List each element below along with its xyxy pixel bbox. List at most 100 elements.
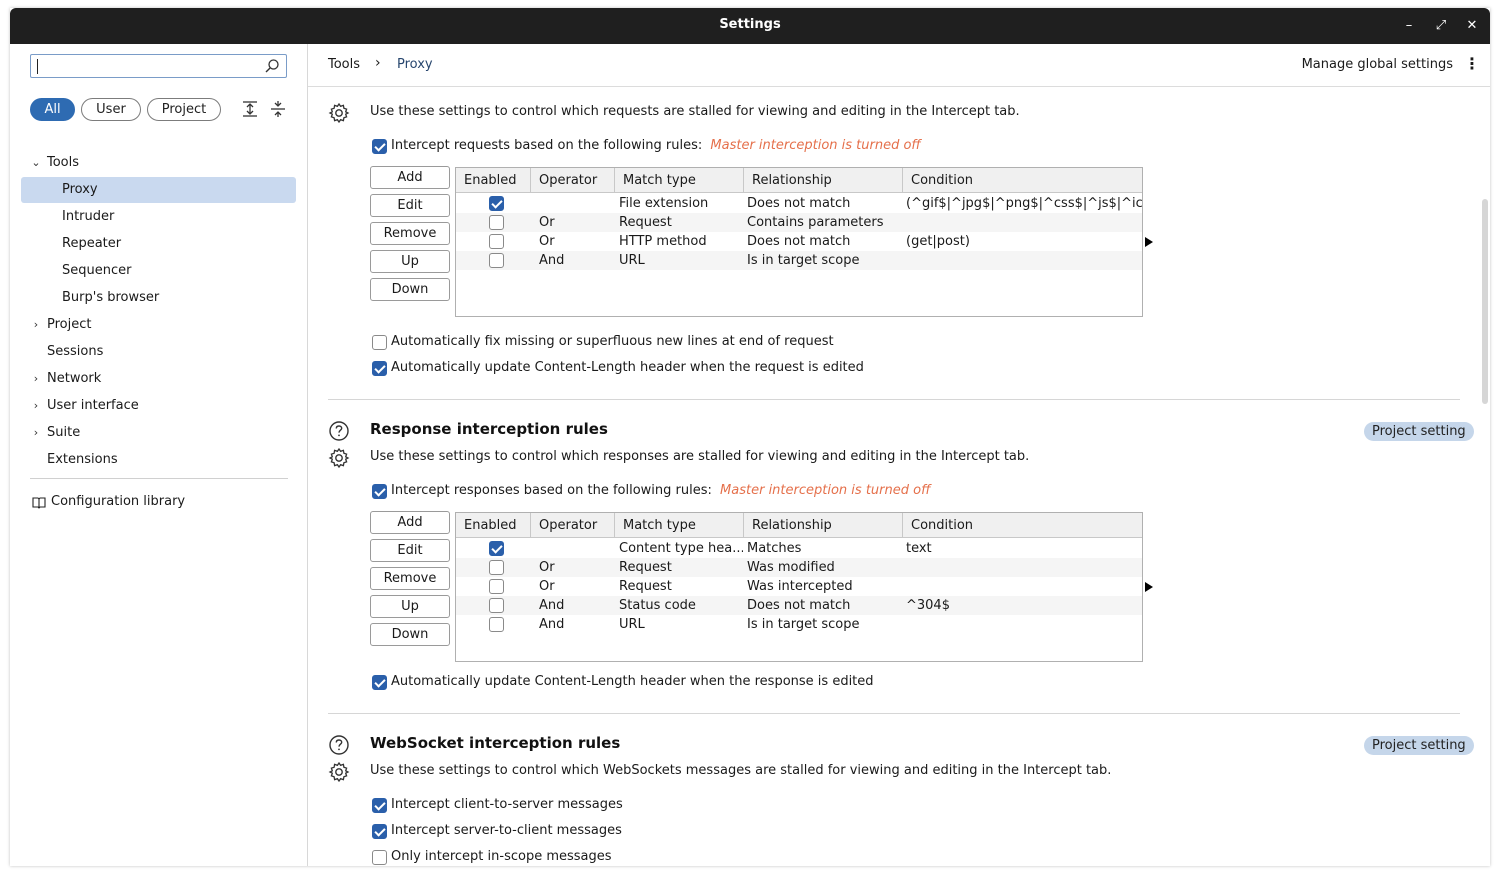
- add-request-rule-button[interactable]: Add: [370, 166, 450, 189]
- table-row[interactable]: Or HTTP method Does not match (get|post): [456, 232, 1142, 251]
- help-icon[interactable]: [328, 734, 350, 756]
- table-row[interactable]: Or Request Was intercepted: [456, 577, 1142, 596]
- rule-operator: Or: [539, 579, 555, 594]
- tree-item-sessions[interactable]: Sessions: [21, 339, 296, 365]
- client-to-server-checkbox[interactable]: [372, 798, 387, 813]
- rule-match-type: Status code: [619, 598, 696, 613]
- column-condition[interactable]: Condition: [903, 513, 1142, 538]
- master-interception-warning: Master interception is turned off: [720, 483, 931, 498]
- maximize-button[interactable]: ⤢: [1430, 15, 1452, 37]
- rule-condition: ^304$: [906, 598, 950, 613]
- breadcrumb-tools[interactable]: Tools: [328, 57, 360, 72]
- expand-arrow-icon[interactable]: [1145, 582, 1153, 592]
- section-divider: [328, 713, 1460, 714]
- chevron-right-icon: ›: [33, 426, 39, 439]
- search-input[interactable]: [30, 54, 287, 78]
- close-button[interactable]: ✕: [1461, 15, 1483, 37]
- down-response-rule-button[interactable]: Down: [370, 623, 450, 646]
- websocket-section-title: WebSocket interception rules: [370, 734, 621, 752]
- rule-enabled-checkbox[interactable]: [489, 560, 504, 575]
- column-operator[interactable]: Operator: [531, 168, 615, 193]
- rule-enabled-checkbox[interactable]: [489, 196, 504, 211]
- remove-response-rule-button[interactable]: Remove: [370, 567, 450, 590]
- table-row[interactable]: And URL Is in target scope: [456, 251, 1142, 270]
- table-row[interactable]: And URL Is in target scope: [456, 615, 1142, 634]
- collapse-all-icon[interactable]: [269, 100, 287, 118]
- rule-operator: And: [539, 598, 565, 613]
- response-rules-table[interactable]: Enabled Operator Match type Relationship…: [455, 512, 1143, 662]
- up-request-rule-button[interactable]: Up: [370, 250, 450, 273]
- remove-request-rule-button[interactable]: Remove: [370, 222, 450, 245]
- tree-item-proxy[interactable]: Proxy: [21, 177, 296, 203]
- up-response-rule-button[interactable]: Up: [370, 595, 450, 618]
- vertical-scrollbar[interactable]: [1482, 199, 1488, 404]
- rule-enabled-checkbox[interactable]: [489, 541, 504, 556]
- tree-item-burps-browser[interactable]: Burp's browser: [21, 285, 296, 311]
- tree-item-intruder[interactable]: Intruder: [21, 204, 296, 230]
- rule-condition: text: [906, 541, 932, 556]
- column-match-type[interactable]: Match type: [615, 168, 744, 193]
- rule-operator: Or: [539, 234, 555, 249]
- column-condition[interactable]: Condition: [903, 168, 1142, 193]
- filter-all[interactable]: All: [30, 98, 75, 121]
- help-icon[interactable]: [328, 420, 350, 442]
- fix-newlines-checkbox[interactable]: [372, 335, 387, 350]
- request-rules-table[interactable]: Enabled Operator Match type Relationship…: [455, 167, 1143, 317]
- in-scope-only-checkbox[interactable]: [372, 850, 387, 865]
- breadcrumb-proxy[interactable]: Proxy: [397, 57, 433, 72]
- table-row[interactable]: Content type hea... Matches text: [456, 539, 1142, 558]
- column-match-type[interactable]: Match type: [615, 513, 744, 538]
- update-length-request-checkbox[interactable]: [372, 361, 387, 376]
- tree-item-extensions[interactable]: Extensions: [21, 447, 296, 473]
- column-relationship[interactable]: Relationship: [744, 168, 903, 193]
- rule-enabled-checkbox[interactable]: [489, 617, 504, 632]
- add-response-rule-button[interactable]: Add: [370, 511, 450, 534]
- intercept-requests-checkbox[interactable]: [372, 139, 387, 154]
- tree-item-suite[interactable]: › Suite: [21, 420, 296, 446]
- table-row[interactable]: Or Request Was modified: [456, 558, 1142, 577]
- rule-enabled-checkbox[interactable]: [489, 579, 504, 594]
- gear-icon[interactable]: [328, 102, 350, 124]
- expand-all-icon[interactable]: [241, 100, 259, 118]
- tree-item-repeater[interactable]: Repeater: [21, 231, 296, 257]
- expand-arrow-icon[interactable]: [1145, 237, 1153, 247]
- column-relationship[interactable]: Relationship: [744, 513, 903, 538]
- update-length-response-checkbox[interactable]: [372, 675, 387, 690]
- rule-relationship: Was intercepted: [747, 579, 853, 594]
- column-enabled[interactable]: Enabled: [456, 168, 531, 193]
- gear-icon[interactable]: [328, 761, 350, 783]
- intercept-responses-checkbox[interactable]: [372, 484, 387, 499]
- table-row[interactable]: Or Request Contains parameters: [456, 213, 1142, 232]
- rule-match-type: HTTP method: [619, 234, 707, 249]
- column-enabled[interactable]: Enabled: [456, 513, 531, 538]
- manage-global-settings-button[interactable]: Manage global settings: [1302, 57, 1453, 72]
- tree-item-tools[interactable]: ⌄ Tools: [21, 150, 296, 176]
- rule-enabled-checkbox[interactable]: [489, 215, 504, 230]
- filter-project[interactable]: Project: [147, 98, 221, 121]
- tree-item-user-interface[interactable]: › User interface: [21, 393, 296, 419]
- rule-enabled-checkbox[interactable]: [489, 234, 504, 249]
- gear-icon[interactable]: [328, 447, 350, 469]
- down-request-rule-button[interactable]: Down: [370, 278, 450, 301]
- more-options-icon[interactable]: ⋮: [1464, 55, 1480, 73]
- tree-item-label: Proxy: [62, 182, 98, 197]
- rule-enabled-checkbox[interactable]: [489, 598, 504, 613]
- table-row[interactable]: File extension Does not match (^gif$|^jp…: [456, 194, 1142, 213]
- tree-item-label: Project: [47, 317, 92, 332]
- edit-request-rule-button[interactable]: Edit: [370, 194, 450, 217]
- filter-user[interactable]: User: [81, 98, 141, 121]
- client-to-server-label: Intercept client-to-server messages: [391, 797, 623, 812]
- breadcrumb-bar: Tools › Proxy Manage global settings ⋮: [308, 44, 1490, 87]
- rule-enabled-checkbox[interactable]: [489, 253, 504, 268]
- minimize-button[interactable]: –: [1398, 15, 1420, 37]
- table-row[interactable]: And Status code Does not match ^304$: [456, 596, 1142, 615]
- config-library-label: Configuration library: [51, 494, 186, 509]
- tree-item-project[interactable]: › Project: [21, 312, 296, 338]
- tree-item-sequencer[interactable]: Sequencer: [21, 258, 296, 284]
- server-to-client-checkbox[interactable]: [372, 824, 387, 839]
- edit-response-rule-button[interactable]: Edit: [370, 539, 450, 562]
- column-operator[interactable]: Operator: [531, 513, 615, 538]
- tree-item-network[interactable]: › Network: [21, 366, 296, 392]
- rule-match-type: URL: [619, 617, 645, 632]
- tree-item-label: Sessions: [47, 344, 104, 359]
